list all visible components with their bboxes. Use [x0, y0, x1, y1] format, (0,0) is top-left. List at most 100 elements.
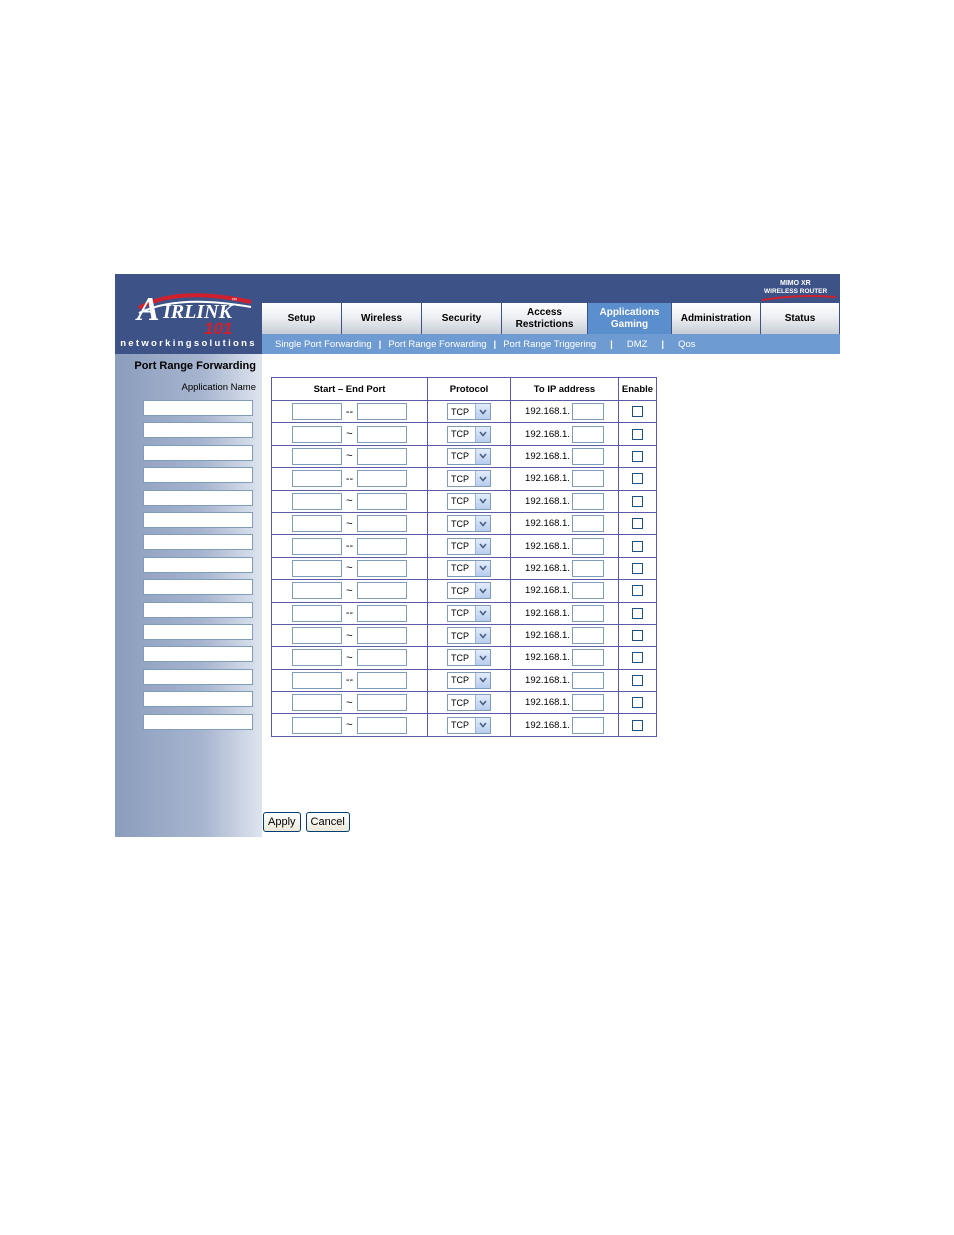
chevron-down-icon[interactable] [475, 628, 490, 644]
tab-setup[interactable]: Setup [262, 303, 342, 334]
enable-checkbox[interactable] [632, 630, 643, 642]
end-port-input[interactable] [357, 582, 407, 600]
cancel-button[interactable]: Cancel [305, 812, 350, 832]
ip-last-octet-input[interactable] [571, 716, 604, 734]
end-port-input[interactable] [357, 627, 407, 645]
enable-checkbox[interactable] [632, 450, 643, 462]
start-port-input[interactable] [292, 559, 342, 577]
enable-checkbox[interactable] [632, 719, 643, 731]
application-name-input[interactable] [143, 467, 253, 484]
application-name-input[interactable] [143, 444, 253, 461]
protocol-select[interactable]: TCP [447, 425, 491, 443]
chevron-down-icon[interactable] [475, 426, 490, 442]
start-port-input[interactable] [292, 470, 342, 488]
enable-checkbox[interactable] [632, 406, 643, 418]
end-port-input[interactable] [357, 515, 407, 533]
end-port-input[interactable] [357, 604, 407, 622]
tab-applications-gaming[interactable]: Applications Gaming [588, 303, 672, 334]
protocol-select[interactable]: TCP [447, 627, 491, 645]
protocol-select[interactable]: TCP [447, 447, 491, 465]
start-port-input[interactable] [292, 537, 342, 555]
protocol-select[interactable]: TCP [447, 716, 491, 734]
tab-security[interactable]: Security [422, 303, 502, 334]
chevron-down-icon[interactable] [475, 493, 490, 509]
protocol-select[interactable]: TCP [447, 559, 491, 577]
chevron-down-icon[interactable] [475, 583, 490, 599]
protocol-select[interactable]: TCP [447, 582, 491, 600]
ip-last-octet-input[interactable] [571, 649, 604, 667]
enable-checkbox[interactable] [632, 428, 643, 440]
subnav-qos[interactable]: Qos [678, 339, 695, 350]
chevron-down-icon[interactable] [475, 560, 490, 576]
protocol-select[interactable]: TCP [447, 604, 491, 622]
protocol-select[interactable]: TCP [447, 403, 491, 421]
application-name-input[interactable] [143, 601, 253, 618]
subnav-single-port-forwarding[interactable]: Single Port Forwarding [275, 339, 372, 350]
end-port-input[interactable] [357, 559, 407, 577]
application-name-input[interactable] [143, 691, 253, 708]
start-port-input[interactable] [292, 694, 342, 712]
start-port-input[interactable] [292, 515, 342, 533]
ip-last-octet-input[interactable] [571, 604, 604, 622]
start-port-input[interactable] [292, 671, 342, 689]
protocol-select[interactable]: TCP [447, 470, 491, 488]
enable-checkbox[interactable] [632, 585, 643, 597]
start-port-input[interactable] [292, 649, 342, 667]
ip-last-octet-input[interactable] [571, 559, 604, 577]
start-port-input[interactable] [292, 604, 342, 622]
protocol-select[interactable]: TCP [447, 537, 491, 555]
enable-checkbox[interactable] [632, 652, 643, 664]
chevron-down-icon[interactable] [475, 605, 490, 621]
ip-last-octet-input[interactable] [571, 403, 604, 421]
end-port-input[interactable] [357, 492, 407, 510]
end-port-input[interactable] [357, 649, 407, 667]
start-port-input[interactable] [292, 447, 342, 465]
end-port-input[interactable] [357, 447, 407, 465]
end-port-input[interactable] [357, 671, 407, 689]
start-port-input[interactable] [292, 627, 342, 645]
application-name-input[interactable] [143, 713, 253, 730]
enable-checkbox[interactable] [632, 674, 643, 686]
end-port-input[interactable] [357, 470, 407, 488]
enable-checkbox[interactable] [632, 518, 643, 530]
end-port-input[interactable] [357, 694, 407, 712]
application-name-input[interactable] [143, 489, 253, 506]
application-name-input[interactable] [143, 512, 253, 528]
chevron-down-icon[interactable] [475, 695, 490, 711]
application-name-input[interactable] [143, 556, 253, 573]
application-name-input[interactable] [143, 400, 253, 416]
start-port-input[interactable] [292, 492, 342, 510]
start-port-input[interactable] [292, 425, 342, 443]
ip-last-octet-input[interactable] [571, 582, 604, 600]
chevron-down-icon[interactable] [475, 448, 490, 464]
ip-last-octet-input[interactable] [571, 694, 604, 712]
tab-administration[interactable]: Administration [672, 303, 761, 334]
chevron-down-icon[interactable] [475, 717, 490, 733]
apply-button[interactable]: Apply [263, 812, 301, 832]
enable-checkbox[interactable] [632, 607, 643, 619]
start-port-input[interactable] [292, 716, 342, 734]
enable-checkbox[interactable] [632, 697, 643, 709]
ip-last-octet-input[interactable] [571, 515, 604, 533]
ip-last-octet-input[interactable] [571, 447, 604, 465]
application-name-input[interactable] [143, 534, 253, 551]
enable-checkbox[interactable] [632, 495, 643, 507]
ip-last-octet-input[interactable] [571, 470, 604, 488]
application-name-input[interactable] [143, 668, 253, 685]
end-port-input[interactable] [357, 537, 407, 555]
ip-last-octet-input[interactable] [571, 425, 604, 443]
application-name-input[interactable] [143, 422, 253, 439]
end-port-input[interactable] [357, 425, 407, 443]
chevron-down-icon[interactable] [475, 650, 490, 666]
tab-access-restrictions[interactable]: Access Restrictions [502, 303, 588, 334]
protocol-select[interactable]: TCP [447, 649, 491, 667]
tab-wireless[interactable]: Wireless [342, 303, 422, 334]
ip-last-octet-input[interactable] [571, 627, 604, 645]
ip-last-octet-input[interactable] [571, 671, 604, 689]
chevron-down-icon[interactable] [475, 471, 490, 487]
chevron-down-icon[interactable] [475, 538, 490, 554]
enable-checkbox[interactable] [632, 562, 643, 574]
end-port-input[interactable] [357, 716, 407, 734]
enable-checkbox[interactable] [632, 540, 643, 552]
application-name-input[interactable] [143, 646, 253, 663]
